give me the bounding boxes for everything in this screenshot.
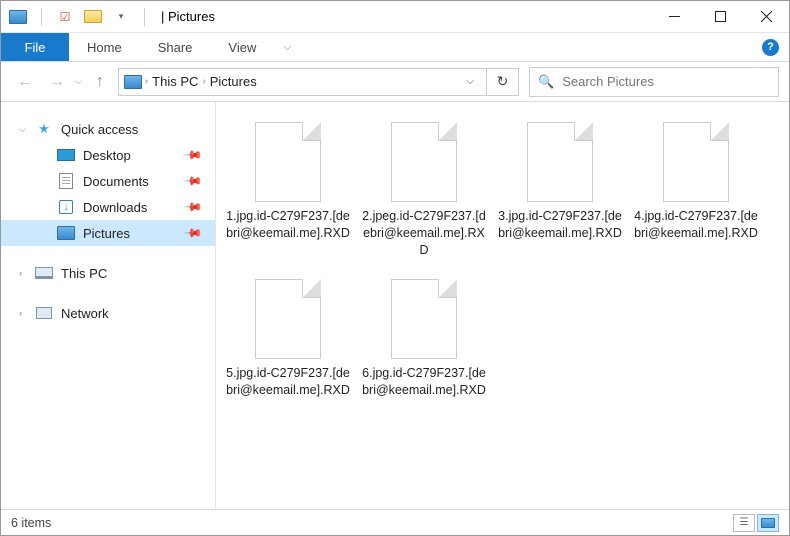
sidebar-item-label: Desktop xyxy=(83,148,131,163)
explorer-window: ☑ ▾ | Pictures File Home Share View ⌵ ? xyxy=(0,0,790,536)
close-icon xyxy=(761,11,772,22)
nav-back-button[interactable]: ← xyxy=(11,68,39,96)
pin-icon: 📌 xyxy=(183,197,203,217)
file-item[interactable]: 4.jpg.id-C279F237.[debri@keemail.me].RXD xyxy=(632,116,760,265)
sidebar-item-downloads[interactable]: Downloads 📌 xyxy=(1,194,215,220)
view-icons-button[interactable] xyxy=(757,514,779,532)
ribbon-tab-view[interactable]: View xyxy=(210,33,274,61)
file-icon xyxy=(663,122,729,202)
downloads-icon xyxy=(57,200,75,214)
ribbon-tab-share[interactable]: Share xyxy=(140,33,211,61)
titlebar: ☑ ▾ | Pictures xyxy=(1,1,789,33)
search-icon: 🔍 xyxy=(538,74,554,90)
sidebar-item-label: Documents xyxy=(83,174,149,189)
app-icon xyxy=(9,8,27,26)
status-item-count: 6 items xyxy=(11,516,51,530)
help-icon: ? xyxy=(762,39,779,56)
pc-icon xyxy=(35,266,53,280)
file-icon xyxy=(527,122,593,202)
file-name: 1.jpg.id-C279F237.[debri@keemail.me].RXD xyxy=(226,208,350,242)
ribbon-expand-icon[interactable]: ⌵ xyxy=(274,33,300,61)
window-controls xyxy=(651,1,789,33)
minimize-button[interactable] xyxy=(651,1,697,33)
file-icon xyxy=(391,122,457,202)
sidebar-item-label: Downloads xyxy=(83,200,147,215)
pictures-icon xyxy=(57,226,75,240)
nav-forward-button[interactable]: → xyxy=(43,68,71,96)
body: ⌵ ★ Quick access Desktop 📌 Documents 📌 D… xyxy=(1,102,789,509)
network-icon xyxy=(35,306,53,320)
pin-icon: 📌 xyxy=(183,145,203,165)
address-bar: ← → ⌵ ↑ › This PC › Pictures ⌵ ↻ 🔍 xyxy=(1,62,789,102)
sidebar-item-documents[interactable]: Documents 📌 xyxy=(1,168,215,194)
desktop-icon xyxy=(57,148,75,162)
window-title: | Pictures xyxy=(161,9,215,24)
sidebar-item-label: Network xyxy=(61,306,109,321)
file-grid: 1.jpg.id-C279F237.[debri@keemail.me].RXD… xyxy=(224,116,781,404)
chevron-right-icon[interactable]: › xyxy=(19,308,22,318)
nav-up-button[interactable]: ↑ xyxy=(86,68,114,96)
breadcrumb-segment-pictures[interactable]: Pictures xyxy=(206,74,261,89)
sidebar-this-pc[interactable]: › This PC xyxy=(1,260,215,286)
maximize-icon xyxy=(715,11,726,22)
file-name: 3.jpg.id-C279F237.[debri@keemail.me].RXD xyxy=(498,208,622,242)
refresh-button[interactable]: ↻ xyxy=(487,68,519,96)
qat-properties-icon[interactable]: ☑ xyxy=(56,8,74,26)
breadcrumb-dropdown-icon[interactable]: ⌵ xyxy=(458,76,482,87)
file-name: 6.jpg.id-C279F237.[debri@keemail.me].RXD xyxy=(362,365,486,399)
sidebar-item-label: This PC xyxy=(61,266,107,281)
chevron-right-icon[interactable]: › xyxy=(19,268,22,278)
pin-icon: 📌 xyxy=(183,223,203,243)
ribbon-file-tab[interactable]: File xyxy=(1,33,69,61)
sidebar-item-desktop[interactable]: Desktop 📌 xyxy=(1,142,215,168)
separator xyxy=(144,8,145,26)
breadcrumb-location-icon xyxy=(123,72,143,92)
sidebar-item-label: Pictures xyxy=(83,226,130,241)
ribbon: File Home Share View ⌵ ? xyxy=(1,33,789,62)
navigation-pane: ⌵ ★ Quick access Desktop 📌 Documents 📌 D… xyxy=(1,102,216,509)
sidebar-item-label: Quick access xyxy=(61,122,138,137)
minimize-icon xyxy=(669,11,680,22)
search-input[interactable] xyxy=(562,74,770,89)
qat-dropdown-icon[interactable]: ▾ xyxy=(112,8,130,26)
file-icon xyxy=(255,122,321,202)
file-name: 4.jpg.id-C279F237.[debri@keemail.me].RXD xyxy=(634,208,758,242)
view-toggle: ☰ xyxy=(733,514,779,532)
maximize-button[interactable] xyxy=(697,1,743,33)
chevron-down-icon[interactable]: ⌵ xyxy=(19,124,26,135)
file-name: 2.jpeg.id-C279F237.[debri@keemail.me].RX… xyxy=(362,208,486,259)
file-icon xyxy=(391,279,457,359)
pin-icon: 📌 xyxy=(183,171,203,191)
close-button[interactable] xyxy=(743,1,789,33)
sidebar-item-pictures[interactable]: Pictures 📌 xyxy=(1,220,215,246)
ribbon-tab-home[interactable]: Home xyxy=(69,33,140,61)
file-item[interactable]: 6.jpg.id-C279F237.[debri@keemail.me].RXD xyxy=(360,273,488,405)
search-box[interactable]: 🔍 xyxy=(529,67,779,97)
qat-newfolder-icon[interactable] xyxy=(84,8,102,26)
sidebar-quick-access[interactable]: ⌵ ★ Quick access xyxy=(1,116,215,142)
breadcrumb[interactable]: › This PC › Pictures ⌵ xyxy=(118,68,487,96)
file-name: 5.jpg.id-C279F237.[debri@keemail.me].RXD xyxy=(226,365,350,399)
file-item[interactable]: 3.jpg.id-C279F237.[debri@keemail.me].RXD xyxy=(496,116,624,265)
file-icon xyxy=(255,279,321,359)
file-item[interactable]: 2.jpeg.id-C279F237.[debri@keemail.me].RX… xyxy=(360,116,488,265)
file-pane[interactable]: 1.jpg.id-C279F237.[debri@keemail.me].RXD… xyxy=(216,102,789,509)
thumbnails-icon xyxy=(761,518,775,528)
file-item[interactable]: 5.jpg.id-C279F237.[debri@keemail.me].RXD xyxy=(224,273,352,405)
help-button[interactable]: ? xyxy=(762,33,779,61)
file-item[interactable]: 1.jpg.id-C279F237.[debri@keemail.me].RXD xyxy=(224,116,352,265)
nav-history-dropdown[interactable]: ⌵ xyxy=(75,76,82,87)
view-details-button[interactable]: ☰ xyxy=(733,514,755,532)
status-bar: 6 items ☰ xyxy=(1,509,789,535)
qat: ☑ ▾ xyxy=(1,8,157,26)
documents-icon xyxy=(57,174,75,188)
star-icon: ★ xyxy=(35,122,53,136)
breadcrumb-segment-thispc[interactable]: This PC xyxy=(148,74,202,89)
separator xyxy=(41,8,42,26)
sidebar-network[interactable]: › Network xyxy=(1,300,215,326)
